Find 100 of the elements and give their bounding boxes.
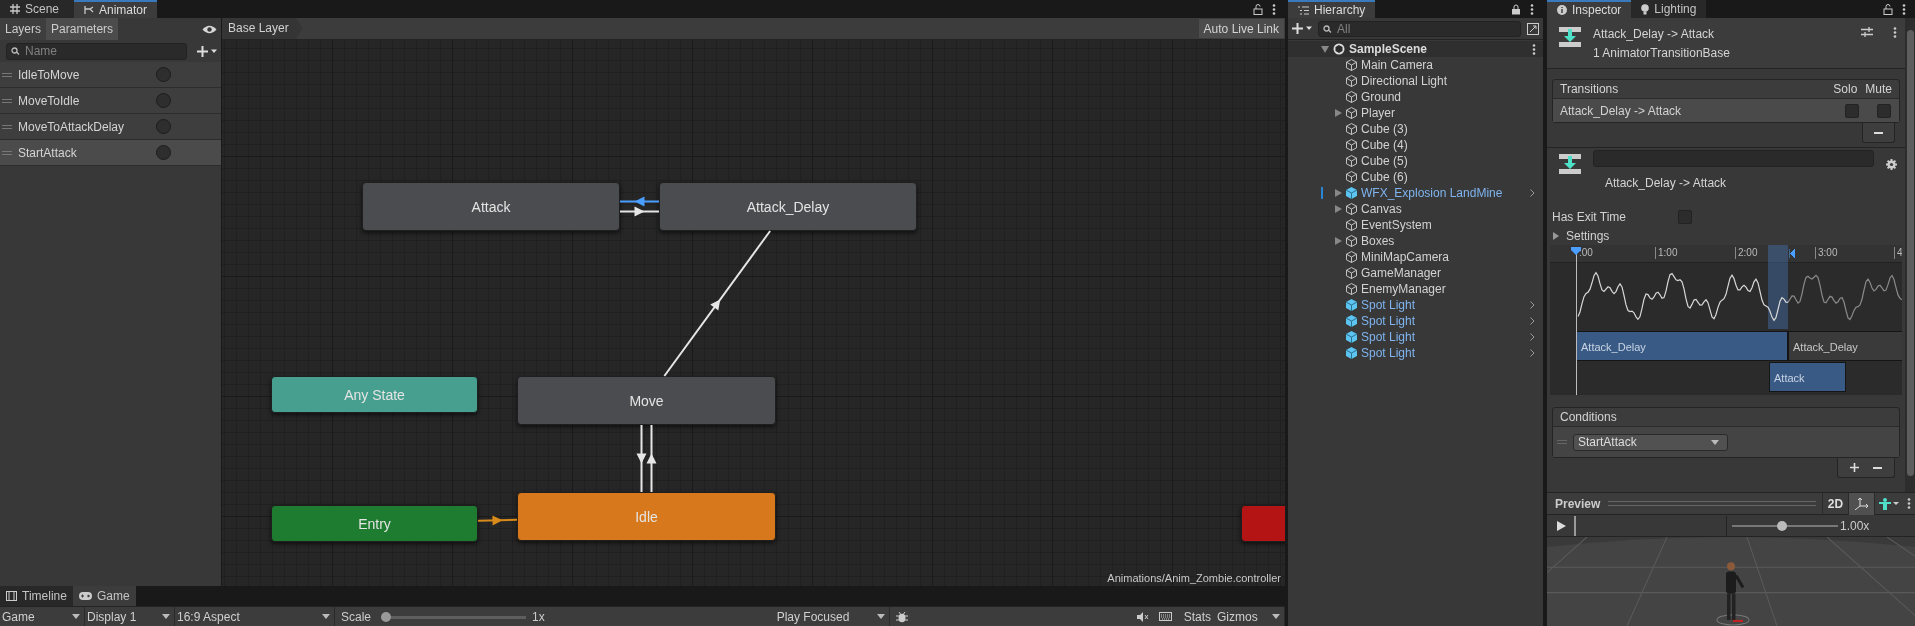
slider-thumb[interactable] [381,611,392,622]
transition-arrow[interactable] [663,230,772,377]
clip-bar[interactable]: Attack [1769,362,1846,392]
drag-handle-icon[interactable] [2,98,12,103]
drag-handle-icon[interactable] [2,72,12,77]
playhead-marker[interactable] [1571,247,1581,255]
transition-arrow[interactable] [619,196,660,207]
parameter-row[interactable]: MoveToIdle [0,88,221,114]
expand-arrow-icon[interactable] [1335,189,1342,197]
remove-icon[interactable] [1874,131,1883,134]
clip-bar[interactable]: Attack_Delay [1576,331,1788,361]
chevron-icon[interactable] [1530,189,1535,197]
hierarchy-row[interactable]: EnemyManager [1288,281,1543,297]
solo-checkbox[interactable] [1845,103,1859,118]
parameter-row[interactable]: IdleToMove [0,62,221,88]
drag-handle-icon[interactable] [2,124,12,129]
lock-icon[interactable] [1253,3,1263,15]
more-icon[interactable] [1907,498,1911,509]
trigger-radio[interactable] [156,145,171,160]
aspect-dropdown[interactable]: 16:9 Aspect [175,607,335,626]
panel-tab[interactable]: Lighting [1631,0,1707,18]
panel-tab[interactable]: Layers [0,18,47,40]
drag-handle-icon[interactable] [2,150,12,155]
parameter-dropdown[interactable]: StartAttack [1573,433,1728,451]
search-field[interactable]: Name [6,42,187,60]
hierarchy-row[interactable]: Spot Light [1288,297,1543,313]
hierarchy-row[interactable]: GameManager [1288,265,1543,281]
mute-icon[interactable] [1136,611,1149,622]
state-node[interactable]: Attack [362,182,620,231]
hierarchy-row[interactable]: Spot Light [1288,329,1543,345]
state-node[interactable]: Entry [271,505,478,542]
display-dropdown[interactable]: Display 1 [85,607,175,626]
more-icon[interactable] [1532,43,1536,55]
gizmos-dropdown[interactable]: Gizmos [1215,607,1285,626]
add-icon[interactable] [1292,23,1312,34]
play-mode-dropdown[interactable]: Play Focused [774,607,890,626]
expand-arrow-icon[interactable] [1335,237,1342,245]
transition-arrow[interactable] [646,424,657,493]
hierarchy-row[interactable]: EventSystem [1288,217,1543,233]
more-icon[interactable] [1530,3,1534,15]
mute-checkbox[interactable] [1877,103,1891,118]
hierarchy-row[interactable]: Cube (3) [1288,121,1543,137]
hierarchy-row[interactable]: Directional Light [1288,73,1543,89]
editor-tab[interactable]: Scene [0,0,74,18]
trigger-radio[interactable] [156,119,171,134]
panel-tab[interactable]: Timeline [0,586,73,606]
hierarchy-row[interactable]: Spot Light [1288,345,1543,361]
lock-icon[interactable] [1883,3,1893,15]
more-icon[interactable] [1893,27,1897,38]
parameter-row[interactable]: MoveToAttackDelay [0,114,221,140]
panel-tab[interactable]: Hierarchy [1288,0,1376,18]
search-window-icon[interactable] [1527,22,1539,35]
more-icon[interactable] [1272,3,1276,15]
panel-tab[interactable]: Inspector [1547,0,1632,18]
hierarchy-row[interactable]: Cube (4) [1288,137,1543,153]
hierarchy-row[interactable]: Canvas [1288,201,1543,217]
transition-row[interactable]: Attack_Delay -> Attack [1553,99,1899,122]
panel-tab[interactable]: Game [72,586,136,606]
search-field[interactable]: All [1318,20,1521,37]
editor-tab[interactable]: Animator [74,0,158,18]
drag-handle-icon[interactable] [1557,440,1567,444]
hierarchy-row[interactable]: Boxes [1288,233,1543,249]
hierarchy-row[interactable]: Main Camera [1288,57,1543,73]
trigger-radio[interactable] [156,67,171,82]
hierarchy-row[interactable]: Cube (6) [1288,169,1543,185]
parameter-row[interactable]: StartAttack [0,140,221,166]
transition-arrow[interactable] [619,206,660,217]
view-dropdown[interactable]: Game [0,607,85,626]
add-icon[interactable] [1850,463,1859,472]
add-icon[interactable] [197,45,217,57]
scene-row[interactable]: SampleScene [1288,41,1543,57]
more-icon[interactable] [1902,3,1906,15]
hierarchy-row[interactable]: MiniMapCamera [1288,249,1543,265]
expand-arrow-icon[interactable] [1335,109,1342,117]
sliders-icon[interactable] [1861,27,1873,37]
live-link-button[interactable]: Auto Live Link [1198,19,1284,38]
foldout-arrow-icon[interactable] [1552,231,1560,240]
transition-arrow[interactable] [636,424,647,493]
panel-tab[interactable]: Parameters [46,18,119,40]
stats-button[interactable]: Stats [1179,607,1215,626]
hierarchy-row[interactable]: Player [1288,105,1543,121]
hierarchy-row[interactable]: Ground [1288,89,1543,105]
play-icon[interactable] [1557,520,1566,531]
pivot-button[interactable] [1848,492,1874,515]
transition-arrow[interactable] [477,515,518,526]
lock-icon[interactable] [1511,3,1521,15]
state-node[interactable]: Attack_Delay [659,182,917,231]
expand-arrow-icon[interactable] [1321,45,1329,53]
breadcrumb-item[interactable]: Base Layer [222,18,303,39]
eye-icon[interactable] [202,24,217,34]
state-node[interactable]: Move [517,376,776,425]
band-handle-icon[interactable] [1789,249,1795,258]
settings-foldout[interactable]: Settings [1547,226,1905,245]
transition-band[interactable] [1768,245,1788,329]
hierarchy-row[interactable]: Cube (5) [1288,153,1543,169]
remove-icon[interactable] [1873,466,1882,469]
bug-icon[interactable] [895,610,908,623]
clip-bar[interactable]: Attack_Delay [1788,331,1902,361]
keyboard-icon[interactable] [1158,612,1172,621]
settings-icon[interactable] [1886,158,1897,170]
